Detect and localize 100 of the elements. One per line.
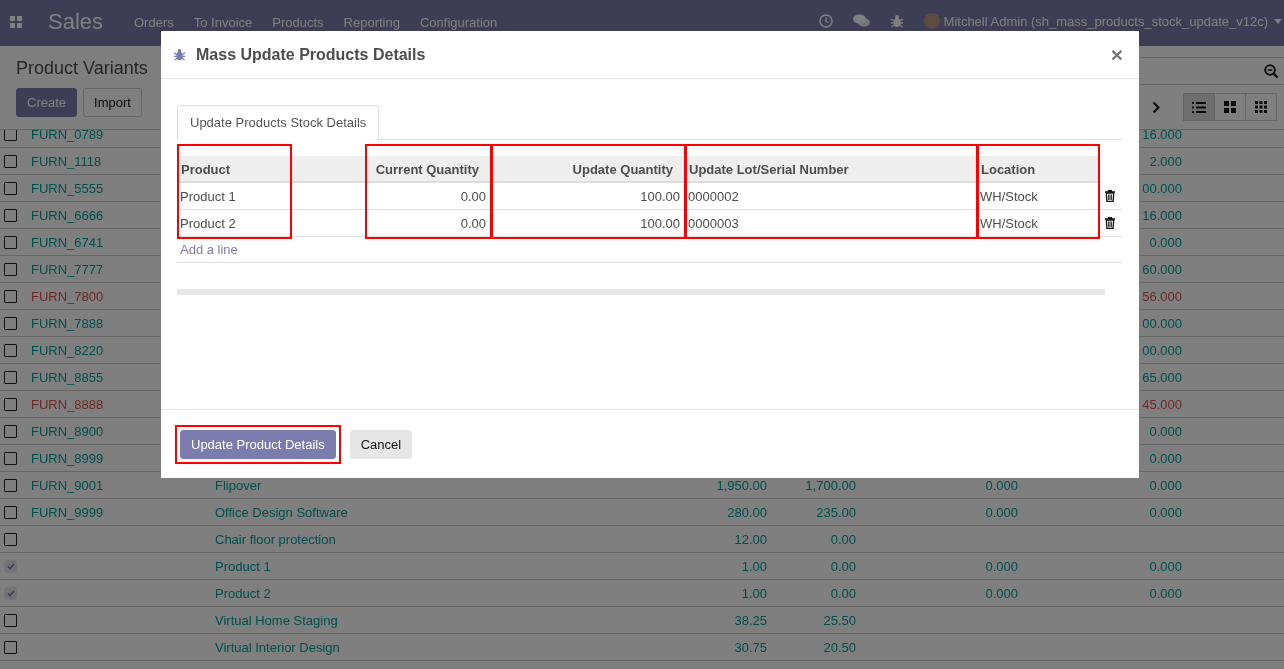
column-header: Current Quantity [365,156,491,183]
table-cell: 0.000 [1149,450,1182,466]
reference-cell: FURN_7888 [31,315,104,331]
row-checkbox[interactable] [4,289,17,303]
table-cell: 0.000 [985,585,1018,601]
grid-icon[interactable] [1255,101,1267,113]
table-cell: 0.000 [1149,234,1182,250]
import-button[interactable]: Import [83,88,142,117]
menu-item[interactable]: Configuration [419,14,498,30]
table-cell: 0.000 [985,477,1018,493]
caret-icon[interactable] [1274,18,1282,24]
row-checkbox[interactable] [4,640,17,654]
table-cell: WH/Stock [980,188,1038,204]
close-button[interactable]: × [1106,42,1127,67]
table-cell: 56.000 [1142,288,1182,304]
table-cell: 0.000 [1149,585,1182,601]
table-cell: 0.000 [1149,558,1182,574]
menu-item[interactable]: Orders [134,14,174,30]
tab[interactable]: Update Products Stock Details [177,105,380,140]
product-name-cell: Virtual Interior Design [215,639,340,655]
row-checkbox[interactable] [4,208,17,222]
table-cell: 00.000 [1142,342,1182,358]
row-checkbox[interactable] [4,532,17,546]
table-cell: 1,700.00 [805,477,856,493]
table-cell: 12.00 [734,531,767,547]
list-view-button[interactable] [1183,93,1215,121]
update-button[interactable]: Update Product Details [180,429,336,459]
column-header: Product [177,156,291,183]
table-cell: 1.00 [741,585,767,601]
product-name-cell: Chair floor protection [215,531,336,547]
list-row[interactable]: Product 1 1.00 0.00 0.000 0.000 [0,553,1284,580]
product-name-cell: Flipover [215,477,262,493]
table-cell: 30.75 [734,639,767,655]
row-checkbox[interactable] [4,316,17,330]
reference-cell: FURN_8888 [31,396,104,412]
table-cell: 0.000 [985,504,1018,520]
row-checkbox[interactable] [4,130,17,141]
apps-menu-icon[interactable] [10,16,22,28]
row-checkbox[interactable] [4,613,17,627]
column-header: Update Quantity [491,156,685,183]
table-cell: 0000002 [688,188,739,204]
reference-cell: FURN_7800 [31,288,104,304]
column-header: Location [977,156,1099,183]
row-checkbox[interactable] [4,478,17,492]
row-checkbox[interactable] [4,235,17,249]
table-cell: 0.00 [460,188,486,204]
reference-cell: FURN_8855 [31,369,104,385]
list-row[interactable]: Virtual Interior Design 30.75 20.50 [0,634,1284,661]
reference-cell: FURN_9999 [31,504,104,520]
clock-icon[interactable] [818,14,833,28]
table-cell: 00.000 [1142,180,1182,196]
table-cell: 0.00 [830,558,856,574]
next-page-icon[interactable] [1152,100,1160,114]
table-cell: 25.50 [823,612,856,628]
menu-item[interactable]: Products [272,14,324,30]
list-row[interactable]: Product 2 1.00 0.00 0.000 0.000 [0,580,1284,607]
reference-cell: FURN_8999 [31,450,104,466]
chat-icon[interactable] [852,14,870,28]
row-checkbox[interactable] [4,397,17,411]
trash-icon[interactable] [1105,190,1115,202]
row-checkbox[interactable] [4,370,17,384]
column-header: Update Lot/Serial Number [685,156,977,183]
row-checkbox[interactable] [4,343,17,357]
kanban-icon[interactable] [1224,101,1236,113]
table-cell: 0.000 [1149,477,1182,493]
menu-item[interactable]: Reporting [343,14,400,30]
menu-item[interactable]: To Invoice [193,14,253,30]
table-cell: 235.00 [816,504,856,520]
reference-cell: FURN_1118 [31,153,102,169]
row-checkbox[interactable] [4,505,17,519]
table-cell: 0.000 [1149,423,1182,439]
list-row[interactable]: Virtual Home Staging 38.25 25.50 [0,607,1284,634]
search-icon[interactable] [1264,63,1279,79]
row-checkbox[interactable] [4,424,17,438]
reference-cell: FURN_6666 [31,207,104,223]
bug-icon[interactable] [889,14,904,28]
cancel-button[interactable]: Cancel [349,429,413,459]
table-cell: 65.000 [1142,369,1182,385]
table-cell: 38.25 [734,612,767,628]
table-cell: 0.00 [460,215,486,231]
table-cell: 16.000 [1142,130,1182,142]
user-menu[interactable]: Mitchell Admin (sh_mass_products_stock_update_v12c) [943,13,1268,29]
row-checkbox[interactable] [4,154,17,168]
reference-cell: FURN_0789 [31,130,104,142]
reference-cell: FURN_8220 [31,342,104,358]
horizontal-scrollbar[interactable] [177,289,1105,295]
kanban-view-button[interactable] [1214,93,1246,121]
table-cell: 60.000 [1142,261,1182,277]
row-checkbox[interactable] [4,451,17,465]
row-checkbox[interactable] [4,262,17,276]
list-icon[interactable] [1192,101,1206,113]
create-button[interactable]: Create [16,88,78,117]
list-row[interactable]: FURN_9999 Office Design Software 280.00 235.00 0.000 0.000 [0,499,1284,526]
list-row[interactable]: Chair floor protection 12.00 0.00 [0,526,1284,553]
table-cell: 1.00 [741,558,767,574]
row-checkbox[interactable] [4,181,17,195]
grid-view-button[interactable] [1245,93,1277,121]
trash-icon[interactable] [1105,217,1115,229]
add-line-link[interactable]: Add a line [180,242,238,257]
table-cell: 100.00 [640,215,680,231]
